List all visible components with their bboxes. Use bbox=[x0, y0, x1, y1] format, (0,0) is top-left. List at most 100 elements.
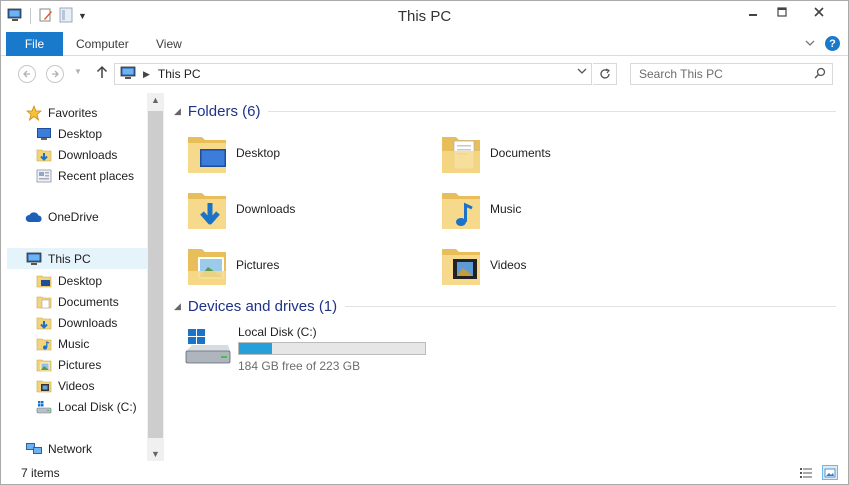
folder-music[interactable]: Music bbox=[440, 183, 521, 235]
videos-folder-icon bbox=[440, 241, 486, 289]
sidebar-item-videos[interactable]: Videos bbox=[35, 375, 94, 396]
drive-local-disk[interactable]: Local Disk (C:) 184 GB free of 223 GB bbox=[184, 323, 444, 373]
sidebar-item-label: Videos bbox=[58, 378, 95, 393]
sidebar-item-label: This PC bbox=[48, 251, 91, 266]
sidebar-scrollbar[interactable]: ▲ ▼ bbox=[147, 93, 164, 461]
view-switcher bbox=[798, 465, 838, 480]
maximize-button[interactable] bbox=[767, 1, 796, 23]
tab-view[interactable]: View bbox=[144, 32, 194, 56]
folder-name: Music bbox=[490, 202, 522, 216]
group-divider bbox=[268, 111, 836, 112]
window-title: This PC bbox=[397, 8, 452, 25]
sidebar-item-label: Local Disk (C:) bbox=[58, 399, 137, 414]
minimize-button[interactable] bbox=[738, 1, 767, 23]
folder-documents[interactable]: Documents bbox=[440, 127, 551, 179]
search-box[interactable] bbox=[630, 63, 833, 85]
sidebar-item-pictures[interactable]: Pictures bbox=[35, 354, 101, 375]
sidebar-item-label: Desktop bbox=[58, 273, 103, 288]
collapse-group-icon[interactable]: ◢ bbox=[174, 106, 181, 117]
folder-name: Documents bbox=[490, 146, 551, 160]
ribbon-tabs: File Computer View ? bbox=[1, 32, 848, 56]
sidebar-item-desktop[interactable]: Desktop bbox=[35, 270, 102, 291]
navigation-pane: Favorites Desktop Downloads Recent place… bbox=[1, 91, 163, 461]
up-arrow-icon[interactable] bbox=[96, 65, 108, 82]
drive-free-space: 184 GB free of 223 GB bbox=[238, 359, 361, 373]
forward-button[interactable] bbox=[46, 65, 64, 83]
sidebar-item-this-pc[interactable]: This PC bbox=[7, 248, 147, 269]
help-icon[interactable]: ? bbox=[825, 36, 840, 51]
sidebar-item-music[interactable]: Music bbox=[35, 333, 89, 354]
desktop-icon bbox=[35, 126, 53, 142]
downloads-folder-icon bbox=[35, 315, 53, 331]
scrollbar-thumb[interactable] bbox=[148, 111, 163, 438]
devices-group-header[interactable]: ◢ Devices and drives (1) bbox=[174, 298, 836, 315]
search-icon[interactable] bbox=[814, 67, 826, 82]
this-pc-icon bbox=[25, 251, 43, 267]
scroll-down-icon[interactable]: ▼ bbox=[151, 449, 160, 459]
tab-computer[interactable]: Computer bbox=[64, 32, 141, 56]
folder-downloads[interactable]: Downloads bbox=[186, 183, 295, 235]
folder-name: Pictures bbox=[236, 258, 280, 272]
folders-group-header[interactable]: ◢ Folders (6) bbox=[174, 103, 836, 120]
documents-folder-icon bbox=[440, 129, 486, 177]
sidebar-item-fav-downloads[interactable]: Downloads bbox=[35, 144, 117, 165]
close-button[interactable] bbox=[796, 1, 842, 23]
folder-desktop[interactable]: Desktop bbox=[186, 127, 280, 179]
videos-folder-icon bbox=[35, 378, 53, 394]
breadcrumb-arrow-icon[interactable]: ▶ bbox=[143, 69, 150, 80]
explorer-window: ▼ This PC File Computer View ? ▼ ▶ This … bbox=[0, 0, 849, 485]
recent-locations-icon[interactable]: ▼ bbox=[74, 67, 82, 76]
address-bar[interactable]: ▶ This PC bbox=[114, 63, 592, 85]
navigation-bar: ▼ ▶ This PC bbox=[1, 57, 848, 91]
collapse-group-icon[interactable]: ◢ bbox=[174, 301, 181, 312]
group-title: Folders (6) bbox=[187, 103, 261, 120]
group-divider bbox=[345, 306, 836, 307]
recent-places-icon bbox=[35, 168, 53, 184]
ribbon-controls: ? bbox=[805, 36, 840, 51]
sidebar-item-onedrive[interactable]: OneDrive bbox=[25, 206, 99, 227]
group-title: Devices and drives (1) bbox=[187, 298, 338, 315]
expand-ribbon-icon[interactable] bbox=[805, 38, 815, 50]
status-bar: 7 items bbox=[1, 462, 848, 484]
desktop-folder-icon bbox=[35, 273, 53, 289]
sidebar-item-label: Network bbox=[48, 441, 93, 456]
address-dropdown-icon[interactable] bbox=[577, 67, 587, 78]
tab-file[interactable]: File bbox=[6, 32, 63, 56]
sidebar-item-network[interactable]: Network bbox=[25, 438, 92, 459]
folder-videos[interactable]: Videos bbox=[440, 239, 526, 291]
title-bar: ▼ This PC bbox=[1, 1, 848, 32]
sidebar-item-label: OneDrive bbox=[48, 209, 99, 224]
pictures-folder-icon bbox=[35, 357, 53, 373]
details-view-icon[interactable] bbox=[798, 465, 814, 480]
desktop-folder-icon bbox=[186, 129, 232, 177]
drive-usage-fill bbox=[239, 343, 272, 354]
back-button[interactable] bbox=[18, 65, 36, 83]
sidebar-item-label: Documents bbox=[58, 294, 119, 309]
downloads-folder-icon bbox=[35, 147, 53, 163]
sidebar-item-label: Recent places bbox=[58, 168, 135, 183]
breadcrumb[interactable]: This PC bbox=[158, 67, 201, 81]
cloud-icon bbox=[25, 209, 43, 225]
scroll-up-icon[interactable]: ▲ bbox=[151, 95, 160, 105]
sidebar-item-local-disk[interactable]: Local Disk (C:) bbox=[35, 396, 137, 417]
this-pc-icon bbox=[119, 66, 137, 83]
sidebar-item-downloads[interactable]: Downloads bbox=[35, 312, 117, 333]
hard-drive-icon bbox=[35, 399, 53, 415]
drive-usage-bar bbox=[238, 342, 426, 355]
folder-pictures[interactable]: Pictures bbox=[186, 239, 279, 291]
item-count: 7 items bbox=[21, 466, 60, 480]
sidebar-item-label: Pictures bbox=[58, 357, 102, 372]
refresh-button[interactable] bbox=[593, 63, 617, 85]
caption-buttons bbox=[738, 1, 842, 23]
sidebar-item-fav-desktop[interactable]: Desktop bbox=[35, 123, 102, 144]
sidebar-item-label: Desktop bbox=[58, 126, 103, 141]
sidebar-item-favorites[interactable]: Favorites bbox=[25, 102, 97, 123]
sidebar-item-documents[interactable]: Documents bbox=[35, 291, 119, 312]
sidebar-item-label: Downloads bbox=[58, 315, 118, 330]
drive-name: Local Disk (C:) bbox=[238, 325, 317, 339]
pictures-folder-icon bbox=[186, 241, 232, 289]
sidebar-item-label: Music bbox=[58, 336, 90, 351]
tiles-view-icon[interactable] bbox=[822, 465, 838, 480]
sidebar-item-recent-places[interactable]: Recent places bbox=[35, 165, 134, 186]
search-input[interactable] bbox=[639, 67, 809, 81]
